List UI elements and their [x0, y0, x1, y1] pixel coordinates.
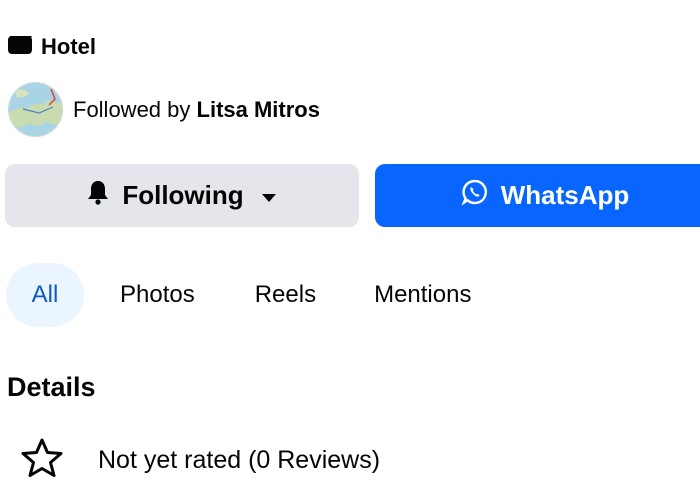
- following-button[interactable]: Following: [5, 164, 359, 227]
- tab-reels[interactable]: Reels: [255, 263, 316, 327]
- clapperboard-icon: [7, 33, 33, 60]
- content-tabs: All Photos Reels Mentions: [6, 263, 471, 327]
- tab-all[interactable]: All: [6, 263, 84, 327]
- category-label: Hotel: [41, 33, 96, 59]
- tab-photos[interactable]: Photos: [120, 263, 195, 327]
- tab-mentions[interactable]: Mentions: [374, 263, 471, 327]
- follower-name[interactable]: Litsa Mitros: [197, 97, 320, 122]
- followed-by-text: Followed by Litsa Mitros: [73, 97, 320, 123]
- avatar[interactable]: [8, 82, 63, 137]
- whatsapp-label: WhatsApp: [500, 180, 630, 210]
- details-heading: Details: [7, 372, 96, 402]
- cropped-text-line: [6, 0, 12, 6]
- followed-prefix: Followed by: [73, 96, 197, 122]
- following-label: Following: [122, 180, 244, 210]
- star-outline-icon: [20, 437, 64, 484]
- page-category: Hotel: [7, 33, 96, 60]
- followed-by[interactable]: Followed by Litsa Mitros: [8, 82, 320, 137]
- rating-text: Not yet rated (0 Reviews): [98, 446, 381, 474]
- rating-row[interactable]: Not yet rated (0 Reviews): [20, 437, 380, 484]
- caret-down-icon: [260, 180, 278, 211]
- whatsapp-button[interactable]: WhatsApp: [375, 164, 700, 227]
- bell-icon: [86, 179, 110, 212]
- whatsapp-icon: [461, 178, 489, 213]
